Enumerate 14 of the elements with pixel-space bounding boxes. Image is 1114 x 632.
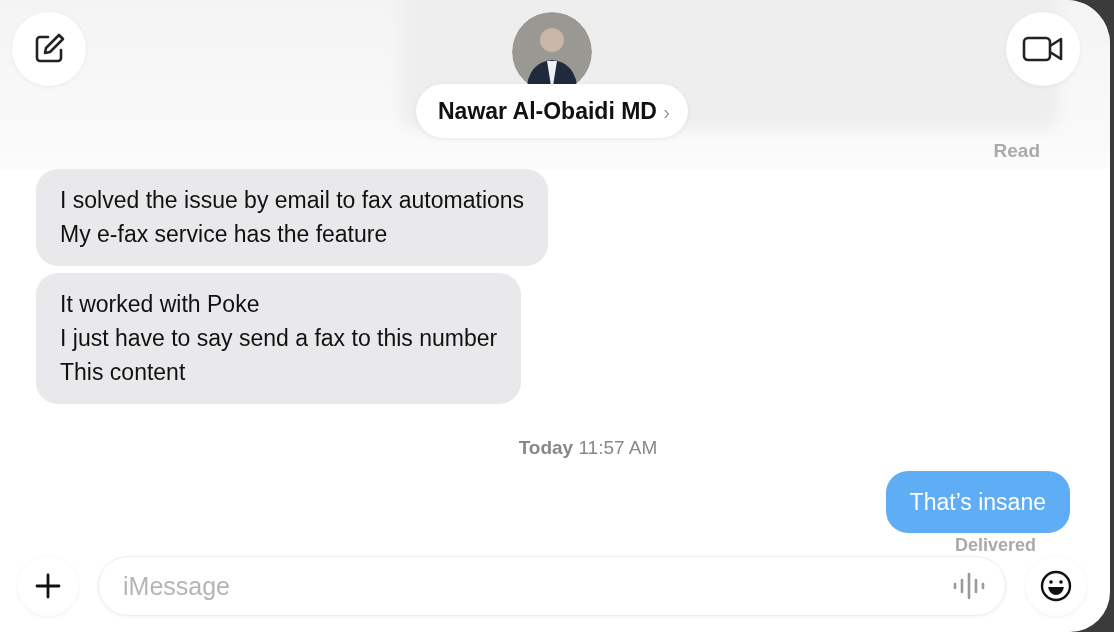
add-button[interactable] [18, 556, 78, 616]
video-camera-icon [1022, 35, 1064, 63]
emoji-button[interactable] [1026, 556, 1086, 616]
waveform-icon[interactable] [952, 572, 986, 600]
plus-icon [35, 573, 61, 599]
read-status: Read [993, 140, 1040, 162]
received-message: It worked with Poke I just have to say send a fax to this number This content [36, 273, 522, 404]
delivered-status: Delivered [954, 535, 1036, 556]
received-message: I solved the issue by email to fax automations My e-fax service has the feature [36, 169, 549, 266]
timestamp: Today 11:57 AM [518, 437, 658, 459]
smiley-icon [1040, 570, 1072, 602]
message-input-field[interactable]: iMessage [98, 556, 1006, 616]
contact-name-button[interactable]: Nawar Al-Obaidi MD › [416, 84, 688, 138]
sent-message: That’s insane [885, 471, 1070, 533]
